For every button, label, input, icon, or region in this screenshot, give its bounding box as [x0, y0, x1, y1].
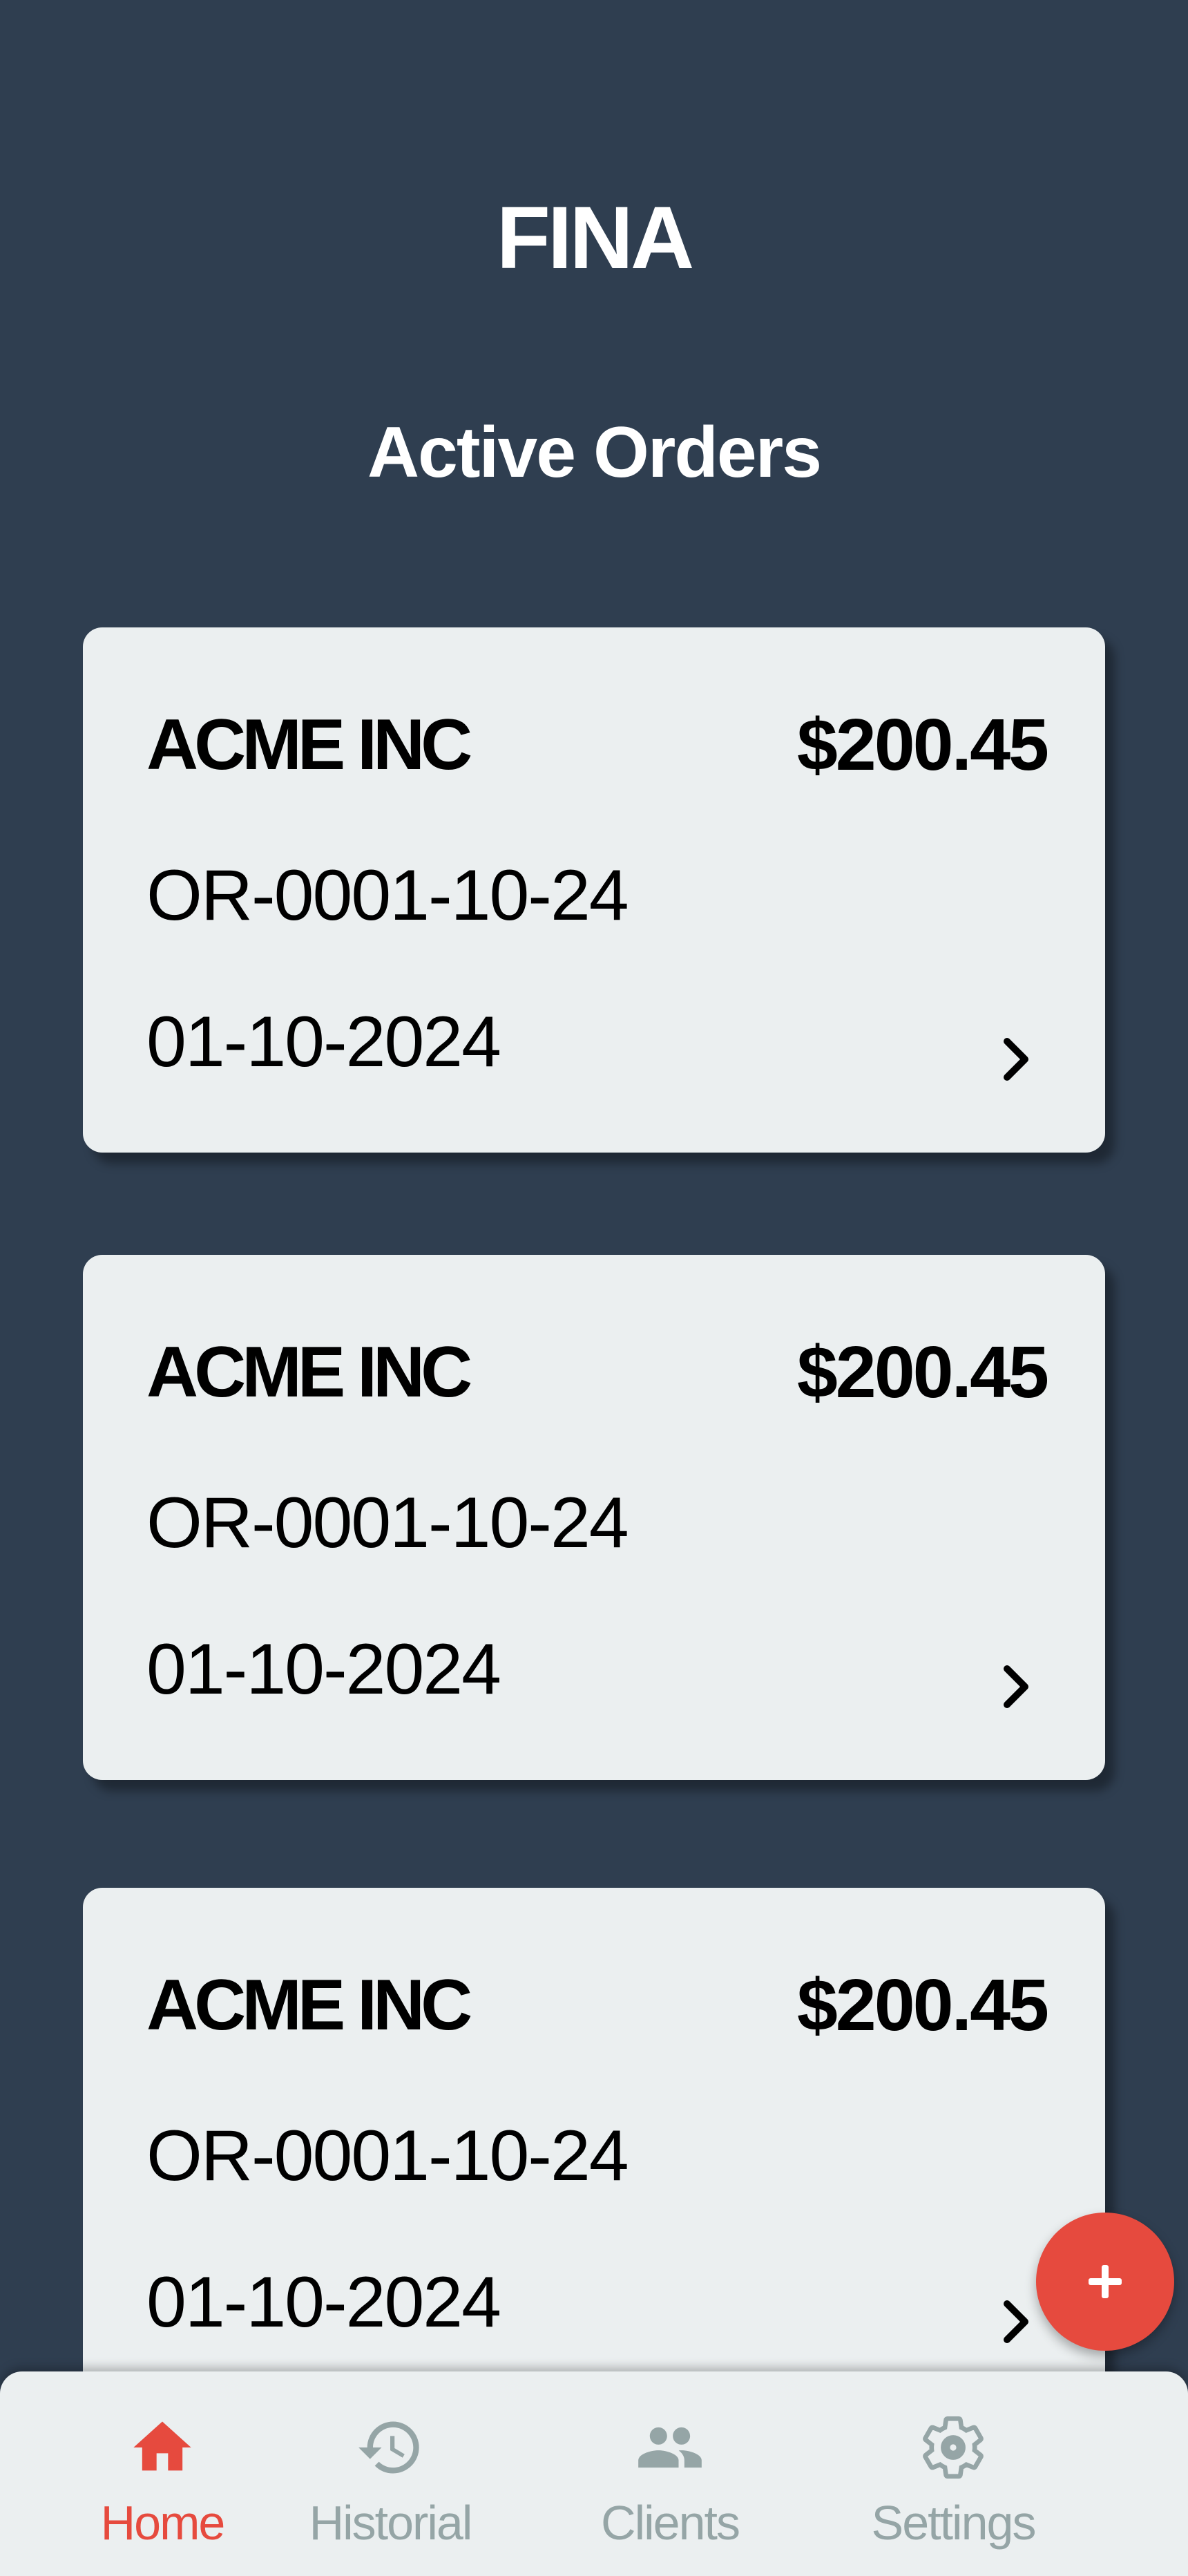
plus-icon — [1089, 2265, 1122, 2298]
home-icon — [133, 2421, 191, 2471]
nav-item-home[interactable]: Home — [83, 2392, 242, 2551]
order-amount: $200.45 — [796, 1332, 1049, 1413]
order-number: OR-0001-10-24 — [146, 2116, 629, 2196]
order-amount: $200.45 — [796, 704, 1049, 786]
app-title: FINA — [496, 189, 695, 287]
client-name: ACME INC — [146, 1965, 472, 2045]
order-number: OR-0001-10-24 — [146, 855, 629, 936]
nav-label: Clients — [601, 2496, 740, 2550]
nav-label: Settings — [871, 2496, 1037, 2550]
order-date: 01-10-2024 — [146, 1629, 501, 1710]
chevron-right-icon[interactable] — [981, 1025, 1050, 1094]
nav-item-settings[interactable]: Settings — [850, 2392, 1057, 2551]
add-order-button[interactable] — [1036, 2213, 1174, 2351]
nav-label: Home — [100, 2496, 226, 2550]
order-card[interactable]: ACME INC $200.45 OR-0001-10-24 01-10-202… — [83, 1255, 1105, 1780]
order-number: OR-0001-10-24 — [146, 1483, 629, 1563]
order-amount: $200.45 — [796, 1964, 1049, 2046]
nav-item-clients[interactable]: Clients — [580, 2392, 760, 2551]
page-title: Active Orders — [367, 413, 822, 493]
gear-icon — [923, 2416, 984, 2479]
order-date: 01-10-2024 — [146, 2262, 501, 2342]
history-icon — [358, 2421, 419, 2474]
bottom-navigation: Home Historial Clients Settings — [0, 2371, 1188, 2576]
client-name: ACME INC — [146, 705, 472, 785]
nav-item-historial[interactable]: Historial — [297, 2392, 483, 2551]
chevron-right-icon[interactable] — [981, 1652, 1050, 1721]
order-date: 01-10-2024 — [146, 1002, 501, 1082]
order-card[interactable]: ACME INC $200.45 OR-0001-10-24 01-10-202… — [83, 627, 1105, 1153]
client-name: ACME INC — [146, 1332, 472, 1412]
nav-label: Historial — [309, 2496, 473, 2550]
people-icon — [638, 2427, 702, 2468]
